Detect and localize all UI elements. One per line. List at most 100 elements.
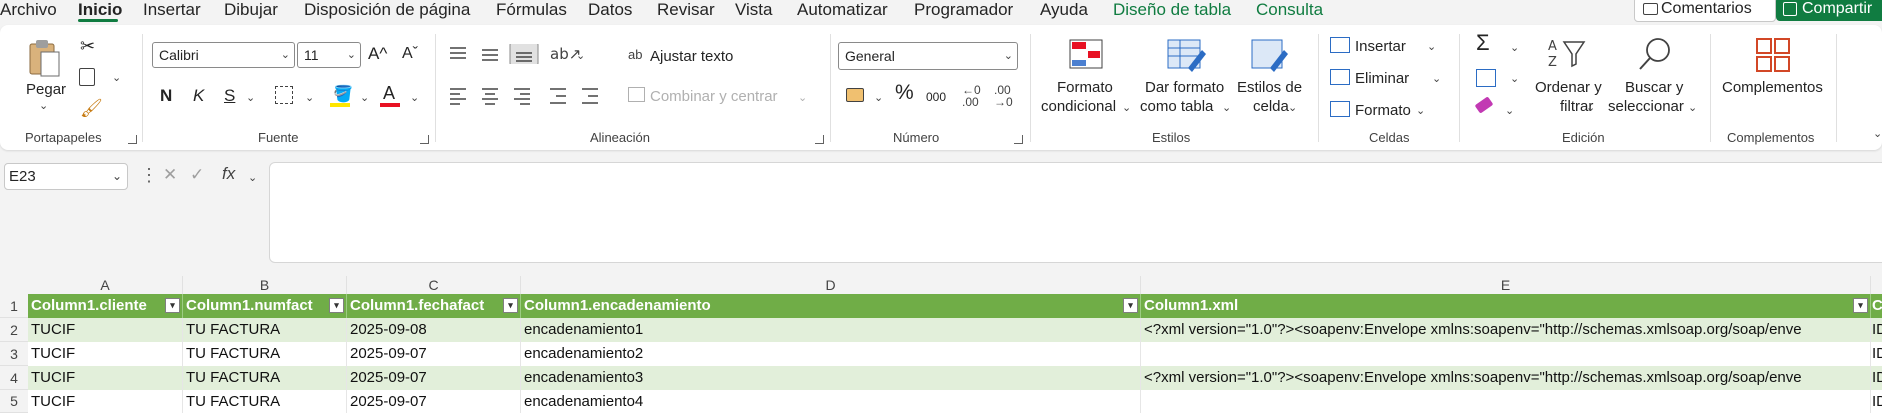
select-all-corner[interactable] [0,276,29,294]
find-select-label-1[interactable]: Buscar y [1625,79,1683,97]
filter-dropdown-icon[interactable]: ▾ [165,298,180,313]
table-cell[interactable]: TUCIF [28,342,183,366]
increase-decimal-icon[interactable]: ←0.00 [962,84,981,108]
filter-dropdown-icon[interactable]: ▾ [1123,298,1138,313]
table-header-cell[interactable]: Column1.encadenamiento ▾ [521,294,1141,318]
table-cell-partial[interactable]: ID [1871,390,1882,413]
decrease-font-icon[interactable]: Aˇ [402,45,418,63]
cell-styles-chevron[interactable]: ⌄ [1288,102,1297,114]
sort-filter-label-1[interactable]: Ordenar y [1535,79,1602,97]
column-header-a[interactable]: A [28,276,183,294]
menu-revisar[interactable]: Revisar [657,0,715,20]
row-header-3[interactable]: 3 [0,342,28,366]
table-cell-partial[interactable]: ID [1871,318,1882,342]
table-cell[interactable] [1141,342,1871,366]
more-options-icon[interactable]: ⋮ [140,166,158,184]
merge-center-button[interactable]: Combinar y centrar [650,88,778,106]
menu-vista[interactable]: Vista [735,0,773,20]
vertical-align-icons[interactable]: ab↗ [448,44,678,64]
merge-dropdown-chevron[interactable]: ⌄ [798,92,807,104]
table-cell[interactable]: 2025-09-07 [347,390,521,413]
insert-cells-chevron[interactable]: ⌄ [1427,41,1436,53]
accounting-format-icon[interactable] [846,88,864,102]
format-cells-chevron[interactable]: ⌄ [1416,105,1425,117]
find-select-chevron[interactable]: ⌄ [1688,102,1697,114]
column-header-e[interactable]: E [1141,276,1871,294]
borders-icon[interactable] [275,86,293,104]
filter-dropdown-icon[interactable]: ▾ [329,298,344,313]
format-as-table-chevron[interactable]: ⌄ [1222,102,1231,114]
table-cell[interactable]: encadenamiento2 [521,342,1141,366]
table-cell[interactable]: 2025-09-07 [347,366,521,390]
find-select-icon[interactable] [1636,36,1676,72]
italic-button[interactable]: K [193,87,204,105]
filter-dropdown-icon[interactable]: ▾ [1853,298,1868,313]
table-cell-partial[interactable]: ID [1871,342,1882,366]
table-cell[interactable]: <?xml version="1.0"?><soapenv:Envelope x… [1141,318,1871,342]
paste-label[interactable]: Pegar [26,81,66,99]
table-cell[interactable]: TUCIF [28,390,183,413]
horizontal-align-icons[interactable] [448,86,608,106]
table-cell[interactable]: encadenamiento3 [521,366,1141,390]
format-as-table-label-2[interactable]: como tabla [1140,98,1213,116]
table-cell[interactable]: TU FACTURA [183,342,347,366]
font-color-icon[interactable]: A [383,84,395,102]
menu-programador[interactable]: Programador [914,0,1013,20]
portapapeles-launcher-icon[interactable] [128,135,137,144]
menu-formulas[interactable]: Fórmulas [496,0,567,20]
format-painter-icon[interactable]: 🖌 [80,98,103,119]
row-header-4[interactable]: 4 [0,366,28,390]
fill-icon[interactable] [1476,69,1496,87]
enter-icon[interactable]: ✓ [190,166,204,184]
menu-datos[interactable]: Datos [588,0,632,20]
bold-button[interactable]: N [160,87,172,105]
filter-dropdown-icon[interactable]: ▾ [503,298,518,313]
table-header-cell[interactable]: Column1.fechafact ▾ [347,294,521,318]
column-header-b[interactable]: B [183,276,347,294]
table-cell[interactable]: encadenamiento4 [521,390,1141,413]
table-cell[interactable]: 2025-09-07 [347,342,521,366]
orientation-dropdown-chevron[interactable]: ⌄ [576,50,585,62]
cell-styles-label-2[interactable]: celda [1253,98,1289,116]
menu-archivo[interactable]: Archivo [0,0,57,20]
table-cell[interactable]: TU FACTURA [183,318,347,342]
find-select-label-2[interactable]: seleccionar [1608,98,1684,116]
table-header-cell-partial[interactable]: C [1871,294,1882,318]
table-header-cell[interactable]: Column1.cliente ▾ [28,294,183,318]
comments-button[interactable]: Comentarios [1634,0,1776,22]
formula-input[interactable] [269,162,1882,263]
table-cell[interactable]: TU FACTURA [183,366,347,390]
menu-insertar[interactable]: Insertar [143,0,201,20]
font-name-select[interactable]: Calibri ⌄ [152,42,295,68]
table-cell-partial[interactable]: ID [1871,366,1882,390]
share-button[interactable]: Compartir [1776,0,1882,21]
table-header-cell[interactable]: Column1.xml ▾ [1141,294,1871,318]
delete-cells-chevron[interactable]: ⌄ [1432,73,1441,85]
percent-button[interactable]: % [895,82,914,103]
add-ins-button[interactable]: Complementos [1722,79,1823,97]
cancel-icon[interactable]: ✕ [163,166,177,184]
alineacion-launcher-icon[interactable] [815,135,824,144]
conditional-format-icon[interactable] [1068,38,1106,72]
font-size-select[interactable]: 11 ⌄ [297,42,361,68]
numero-launcher-icon[interactable] [1014,135,1023,144]
delete-cells-button[interactable]: Eliminar [1355,70,1409,88]
menu-ayuda[interactable]: Ayuda [1040,0,1088,20]
cell-styles-label-1[interactable]: Estilos de [1237,79,1302,97]
insert-cells-button[interactable]: Insertar [1355,38,1406,56]
column-header-d[interactable]: D [521,276,1141,294]
format-cells-button[interactable]: Formato [1355,102,1411,120]
table-cell[interactable]: <?xml version="1.0"?><soapenv:Envelope x… [1141,366,1871,390]
cell-styles-icon[interactable] [1250,38,1290,74]
conditional-format-chevron[interactable]: ⌄ [1122,102,1131,114]
copy-icon[interactable] [79,68,95,86]
row-header-5[interactable]: 5 [0,390,28,413]
underline-button[interactable]: S [224,87,235,105]
fill-color-icon[interactable]: 🪣 [333,84,353,104]
function-dropdown-chevron[interactable]: ⌄ [248,172,257,184]
conditional-format-label-1[interactable]: Formato [1057,79,1113,97]
table-cell[interactable]: TU FACTURA [183,390,347,413]
autosum-icon[interactable]: Σ [1476,32,1490,54]
fill-color-dropdown-chevron[interactable]: ⌄ [360,92,369,104]
decrease-decimal-icon[interactable]: .00 →0 [994,84,1013,108]
